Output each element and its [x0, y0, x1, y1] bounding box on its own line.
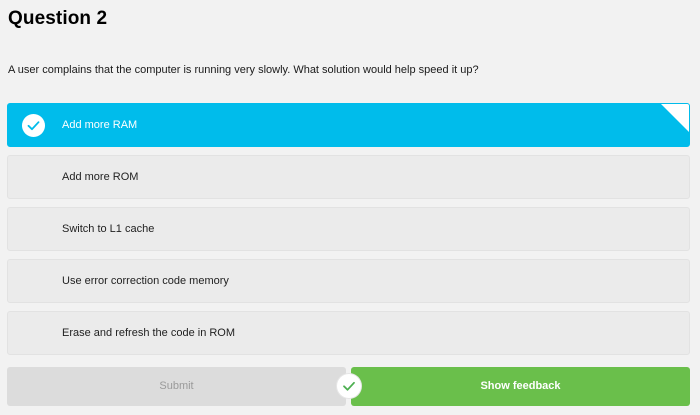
- answer-option-label: Add more RAM: [62, 119, 138, 131]
- answer-option-label: Use error correction code memory: [62, 275, 229, 287]
- question-title: Question 2: [8, 8, 108, 29]
- answer-option-label: Switch to L1 cache: [62, 223, 155, 235]
- question-text: A user complains that the computer is ru…: [8, 64, 479, 76]
- answer-options: Add more RAM Add more ROM Switch to L1 c…: [7, 103, 690, 363]
- answer-option-add-more-ram[interactable]: Add more RAM: [7, 103, 690, 147]
- selected-corner-flag: [661, 104, 689, 132]
- answer-option-add-more-rom[interactable]: Add more ROM: [7, 155, 690, 199]
- quiz-page: Question 2 A user complains that the com…: [0, 0, 700, 415]
- answer-option-label: Erase and refresh the code in ROM: [62, 327, 236, 339]
- answer-option-erase-refresh-rom[interactable]: Erase and refresh the code in ROM: [7, 311, 690, 355]
- submit-button[interactable]: Submit: [7, 367, 346, 406]
- answer-option-ecc-memory[interactable]: Use error correction code memory: [7, 259, 690, 303]
- check-icon: [22, 114, 45, 137]
- show-feedback-button[interactable]: Show feedback: [351, 367, 690, 406]
- answer-status-check-icon: [337, 374, 361, 398]
- answer-option-label: Add more ROM: [62, 171, 139, 183]
- answer-option-switch-to-l1-cache[interactable]: Switch to L1 cache: [7, 207, 690, 251]
